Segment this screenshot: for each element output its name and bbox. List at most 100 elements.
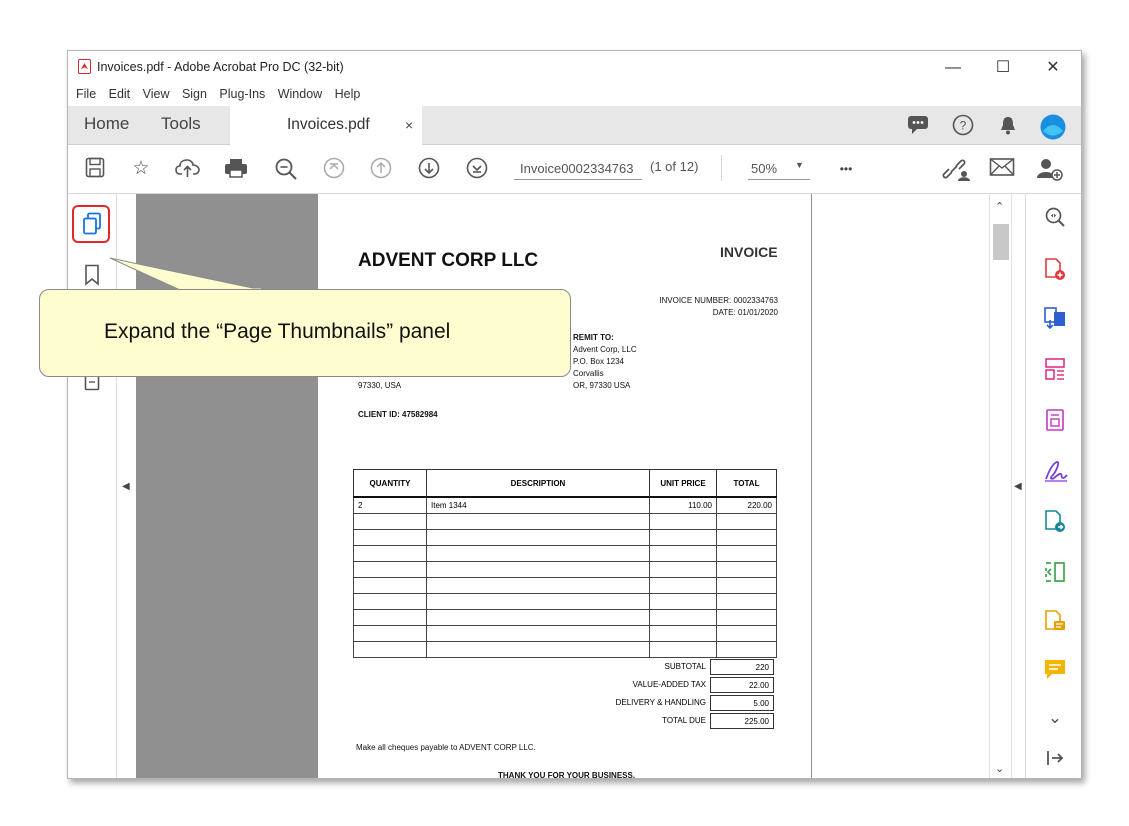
remit-line-2: P.O. Box 1234 xyxy=(573,357,624,366)
title-bar: ⮝ Invoices.pdf - Adobe Acrobat Pro DC (3… xyxy=(68,51,1081,83)
notifications-bell-icon[interactable] xyxy=(997,114,1019,136)
edit-pdf-icon[interactable] xyxy=(1043,408,1067,432)
page-thumbnails-icon[interactable] xyxy=(82,212,102,236)
menu-file[interactable]: File xyxy=(76,83,96,105)
column-header: QUANTITY xyxy=(353,469,427,498)
menu-bar: File Edit View Sign Plug-Ins Window Help xyxy=(68,83,1081,105)
remit-to-label: REMIT TO: xyxy=(573,333,614,342)
column-header: TOTAL xyxy=(716,469,777,498)
expand-right-panel-icon[interactable]: ◀ xyxy=(1014,481,1022,492)
vertical-scrollbar[interactable]: ⌃ ⌄ xyxy=(989,194,1012,778)
sticky-note-icon[interactable] xyxy=(1043,658,1067,682)
maximize-button[interactable]: ☐ xyxy=(980,55,1026,81)
scroll-down-icon[interactable]: ⌄ xyxy=(995,762,1004,775)
menu-sign[interactable]: Sign xyxy=(182,83,207,105)
close-window-button[interactable]: ✕ xyxy=(1030,55,1076,81)
comment-icon[interactable] xyxy=(907,114,929,136)
left-navigation-rail xyxy=(68,194,117,778)
print-icon[interactable] xyxy=(223,157,249,181)
client-id: CLIENT ID: 47582984 xyxy=(358,410,438,419)
collapse-tools-panel-icon[interactable] xyxy=(1043,747,1067,771)
last-page-icon[interactable] xyxy=(464,157,490,181)
table-row xyxy=(353,529,777,546)
menu-plugins[interactable]: Plug-Ins xyxy=(219,83,265,105)
zoom-tool-icon[interactable] xyxy=(1043,206,1067,230)
tab-home[interactable]: Home xyxy=(84,114,129,134)
column-header: UNIT PRICE xyxy=(649,469,717,498)
close-tab-icon[interactable]: × xyxy=(405,117,413,133)
table-row xyxy=(353,561,777,578)
table-cell: 220.00 xyxy=(716,496,777,514)
menu-window[interactable]: Window xyxy=(278,83,322,105)
vat-value: 22.00 xyxy=(710,677,774,693)
table-row: 2 Item 1344 110.00 220.00 xyxy=(353,496,777,514)
next-page-icon[interactable] xyxy=(416,157,442,181)
fill-sign-icon[interactable] xyxy=(1043,459,1068,483)
svg-text:?: ? xyxy=(960,119,967,133)
create-pdf-icon[interactable] xyxy=(1043,257,1067,281)
table-cell: 2 xyxy=(353,496,427,514)
tab-tools[interactable]: Tools xyxy=(161,114,201,134)
page-count: (1 of 12) xyxy=(650,159,699,174)
callout-text: Expand the “Page Thumbnails” panel xyxy=(104,320,451,343)
bookmarks-icon[interactable] xyxy=(82,264,102,288)
invoice-date: DATE: 01/01/2020 xyxy=(712,308,778,317)
remit-line-4: OR, 97330 USA xyxy=(573,381,631,390)
acrobat-app-icon: ⮝ xyxy=(78,59,91,74)
expand-left-panel-icon[interactable]: ◀ xyxy=(122,481,130,492)
compare-files-icon[interactable] xyxy=(1043,560,1067,584)
subtotal-label: SUBTOTAL xyxy=(664,662,707,671)
page-number-field[interactable]: Invoice0002334763 xyxy=(514,158,642,180)
right-tools-rail: ⌄ xyxy=(1025,194,1081,778)
invoice-number: INVOICE NUMBER: 0002334763 xyxy=(659,296,778,305)
remit-line-3: Corvallis xyxy=(573,369,604,378)
zoom-out-search-icon[interactable] xyxy=(273,157,299,181)
share-link-icon[interactable] xyxy=(942,157,970,181)
delivery-value: 5.00 xyxy=(710,695,774,711)
organize-pages-icon[interactable] xyxy=(1043,357,1067,381)
pdf-page: ADVENT CORP LLC INVOICE INVOICE NUMBER: … xyxy=(318,194,811,778)
table-row xyxy=(353,625,777,642)
tab-bar: Home Tools Invoices.pdf × ? xyxy=(68,106,1081,145)
instruction-callout: Expand the “Page Thumbnails” panel xyxy=(39,289,571,377)
scroll-up-icon[interactable]: ⌃ xyxy=(995,200,1004,213)
first-page-icon[interactable] xyxy=(321,157,347,181)
toolbar-divider xyxy=(721,155,722,181)
help-icon[interactable]: ? xyxy=(952,114,974,136)
invoice-meta: INVOICE NUMBER: 0002334763 DATE: 01/01/2… xyxy=(618,295,778,319)
comment-tool-icon[interactable] xyxy=(1043,609,1067,633)
export-pdf-icon[interactable] xyxy=(1043,306,1067,330)
table-row xyxy=(353,577,777,594)
acrobat-window: ⮝ Invoices.pdf - Adobe Acrobat Pro DC (3… xyxy=(67,50,1082,779)
add-user-icon[interactable] xyxy=(1036,157,1063,181)
chevron-down-icon[interactable]: ▼ xyxy=(795,160,804,170)
minimize-button[interactable]: — xyxy=(930,55,976,81)
subtotal-value: 220 xyxy=(710,659,774,675)
menu-view[interactable]: View xyxy=(143,83,170,105)
vat-label: VALUE-ADDED TAX xyxy=(632,680,706,689)
bookmark-star-icon[interactable]: ☆ xyxy=(128,157,154,181)
email-envelope-icon[interactable] xyxy=(989,157,1015,181)
send-for-review-icon[interactable] xyxy=(1043,509,1067,533)
upload-cloud-icon[interactable] xyxy=(175,157,201,181)
account-avatar-icon[interactable] xyxy=(1040,114,1066,140)
invoice-title: INVOICE xyxy=(720,244,778,260)
remit-line-1: Advent Corp, LLC xyxy=(573,345,637,354)
total-due-value: 225.00 xyxy=(710,713,774,729)
table-row xyxy=(353,513,777,530)
scrollbar-thumb[interactable] xyxy=(993,224,1009,260)
cheques-note: Make all cheques payable to ADVENT CORP … xyxy=(356,743,536,752)
table-row xyxy=(353,593,777,610)
toolbar: ☆ Invoice0002334763 (1 of 12) 50% ▼ ••• xyxy=(68,145,1081,194)
menu-help[interactable]: Help xyxy=(335,83,361,105)
previous-page-icon[interactable] xyxy=(368,157,394,181)
document-viewport: ADVENT CORP LLC INVOICE INVOICE NUMBER: … xyxy=(136,194,812,778)
bill-to-zip: 97330, USA xyxy=(358,381,402,390)
more-tools-chevron-icon[interactable]: ⌄ xyxy=(1043,706,1067,730)
tab-document[interactable]: Invoices.pdf × xyxy=(230,106,422,145)
save-icon[interactable] xyxy=(82,157,108,181)
menu-edit[interactable]: Edit xyxy=(109,83,131,105)
table-row xyxy=(353,609,777,626)
more-tools-icon[interactable]: ••• xyxy=(834,157,858,181)
table-row xyxy=(353,641,777,658)
